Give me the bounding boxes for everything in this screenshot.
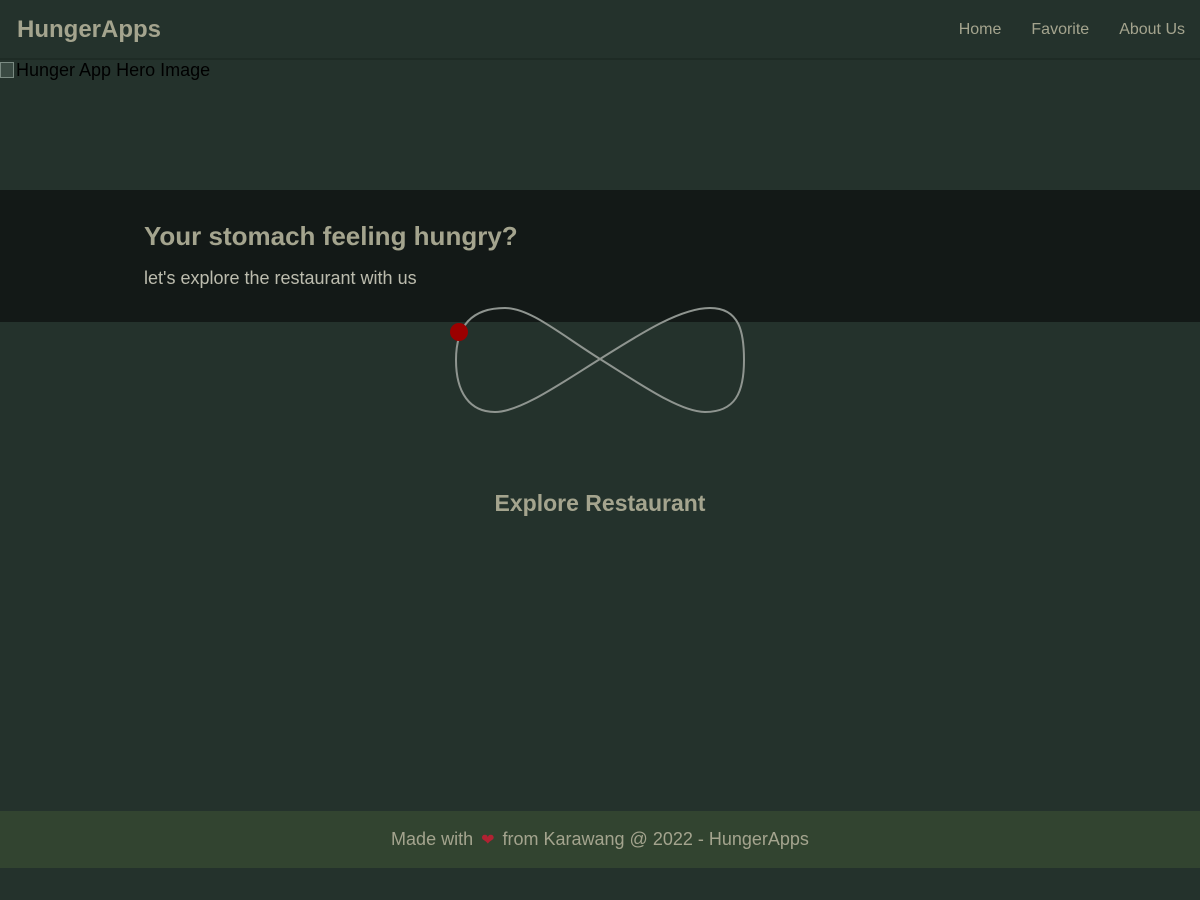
explore-section-title: Explore Restaurant [494,490,706,516]
nav-item-about-us[interactable]: About Us [1119,21,1185,39]
main-nav: Home Favorite About Us [944,21,1200,39]
infinity-loader-path [454,306,746,414]
infinity-loader-icon [450,306,746,414]
hero-tagline: let's explore the restaurant with us [144,268,417,288]
footer-text-after: from Karawang @ 2022 - HungerApps [502,829,809,849]
nav-item-home[interactable]: Home [959,21,1002,39]
brand-logo-link[interactable]: HungerApps [17,16,161,44]
footer: Made with ❤ from Karawang @ 2022 - Hunge… [0,811,1200,868]
hero-title: Your stomach feeling hungry? [144,221,518,251]
loader-dot [450,323,468,341]
hero-image-alt-text: Hunger App Hero Image [0,60,210,81]
heart-icon: ❤ [481,831,495,849]
nav-item-favorite[interactable]: Favorite [1031,21,1089,39]
app-bar: HungerApps Home Favorite About Us [0,0,1200,60]
hero-image: Hunger App Hero Image [0,60,1200,189]
hero-image-alt-label: Hunger App Hero Image [16,60,211,80]
broken-image-icon [0,62,16,78]
footer-text-before: Made with [391,829,474,849]
